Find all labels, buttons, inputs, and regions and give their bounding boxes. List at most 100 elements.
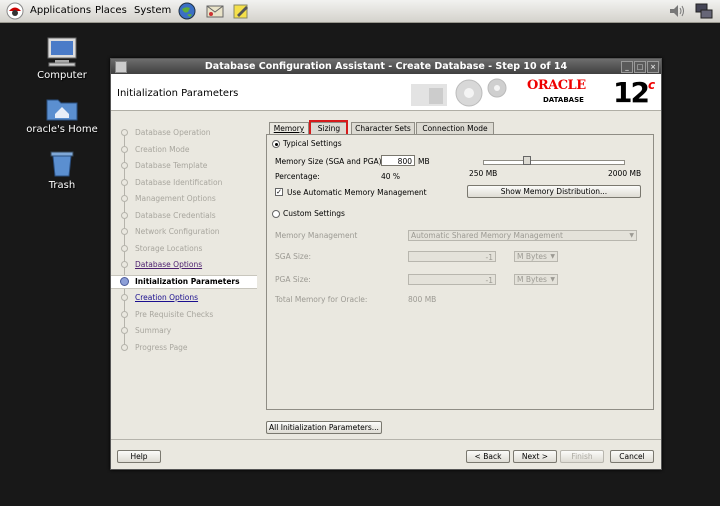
desktop-icon-label: oracle's Home	[26, 124, 98, 135]
minimize-icon[interactable]: _	[621, 61, 633, 73]
step-marker-icon	[121, 244, 128, 252]
finish-button[interactable]: Finish	[560, 450, 604, 463]
step-database-options[interactable]: Database Options	[135, 260, 202, 269]
content-area: Memory Sizing Character Sets Connection …	[266, 120, 654, 410]
window-menu-icon[interactable]	[115, 61, 127, 73]
redhat-icon[interactable]	[6, 2, 24, 20]
sga-size-input[interactable]: -1	[408, 251, 496, 262]
footer-divider	[111, 439, 661, 440]
window-title: Database Configuration Assistant - Creat…	[204, 61, 568, 72]
sga-unit-select[interactable]: M Bytes ▼	[514, 251, 558, 262]
step-management-options: Management Options	[135, 194, 216, 203]
memory-size-unit: MB	[418, 157, 430, 166]
percentage-label: Percentage:	[275, 172, 320, 181]
step-marker-icon	[121, 129, 128, 136]
dbca-window: Database Configuration Assistant - Creat…	[110, 58, 662, 470]
browser-globe-icon[interactable]	[178, 2, 196, 20]
sga-size-label: SGA Size:	[275, 252, 312, 261]
next-button[interactable]: Next >	[513, 450, 557, 463]
typical-settings-label: Typical Settings	[283, 139, 342, 148]
step-marker-icon	[121, 228, 128, 235]
gears-graphic-icon	[411, 78, 507, 107]
step-progress-page: Progress Page	[135, 342, 188, 352]
step-database-template: Database Template	[135, 161, 208, 170]
memory-size-label: Memory Size (SGA and PGA):	[275, 157, 385, 166]
memory-slider-track[interactable]	[483, 160, 625, 165]
typical-settings-radio[interactable]	[272, 140, 280, 148]
tab-character-sets[interactable]: Character Sets	[351, 122, 415, 134]
step-summary: Summary	[135, 326, 172, 335]
step-database-operation: Database Operation	[135, 128, 211, 137]
step-marker-icon	[121, 294, 128, 301]
network-icon[interactable]	[694, 2, 714, 20]
show-memory-distribution-button[interactable]: Show Memory Distribution...	[467, 185, 641, 198]
step-database-credentials: Database Credentials	[135, 210, 216, 220]
memory-management-label: Memory Management	[275, 231, 358, 240]
volume-icon[interactable]	[668, 2, 686, 20]
slider-min-label: 250 MB	[469, 169, 498, 178]
amm-checkbox[interactable]: ✓	[275, 188, 283, 196]
step-creation-mode: Creation Mode	[135, 144, 190, 154]
step-marker-icon	[121, 162, 128, 169]
desktop-icon-label: Trash	[48, 180, 76, 191]
menu-places[interactable]: Places	[95, 0, 127, 22]
step-database-identification: Database Identification	[135, 177, 223, 187]
all-initialization-parameters-button[interactable]: All Initialization Parameters...	[266, 421, 382, 434]
tab-connection-mode[interactable]: Connection Mode	[416, 122, 494, 134]
header-banner: Initialization Parameters ORACLE DATABAS…	[111, 74, 661, 111]
total-memory-label: Total Memory for Oracle:	[275, 295, 368, 304]
step-marker-icon	[121, 261, 128, 268]
percentage-value: 40 %	[381, 172, 401, 181]
help-button[interactable]: Help	[117, 450, 161, 463]
steps-sidebar: Database Operation Creation Mode Database …	[111, 111, 258, 417]
desktop-icon-trash[interactable]: Trash	[22, 148, 102, 191]
memory-tab-panel: Typical Settings Memory Size (SGA and PG…	[266, 134, 654, 410]
back-button[interactable]: < Back	[466, 450, 510, 463]
maximize-icon[interactable]: □	[634, 61, 646, 73]
pga-size-input[interactable]: -1	[408, 274, 496, 285]
step-marker-icon	[121, 145, 128, 153]
top-panel: Applications Places System	[0, 0, 720, 23]
chevron-down-icon: ▼	[629, 232, 634, 239]
page-title: Initialization Parameters	[117, 88, 239, 99]
pga-size-label: PGA Size:	[275, 275, 311, 284]
step-network-configuration: Network Configuration	[135, 227, 220, 236]
step-marker-icon	[121, 327, 128, 334]
home-folder-icon	[46, 99, 78, 121]
memory-slider-thumb[interactable]	[522, 156, 531, 165]
version-logo: 12c	[613, 76, 655, 109]
trash-icon	[50, 151, 74, 177]
mail-icon[interactable]	[205, 2, 225, 20]
oracle-logo: ORACLE DATABASE	[527, 78, 586, 104]
step-marker-icon	[121, 343, 128, 351]
step-storage-locations: Storage Locations	[135, 243, 203, 253]
step-marker-icon	[121, 211, 128, 219]
close-icon[interactable]: ×	[647, 61, 659, 73]
computer-icon	[47, 37, 77, 67]
step-marker-icon	[121, 310, 128, 318]
step-pre-requisite-checks: Pre Requisite Checks	[135, 309, 214, 319]
step-initialization-parameters: Initialization Parameters	[135, 276, 240, 286]
chevron-down-icon: ▼	[550, 253, 555, 260]
menu-applications[interactable]: Applications	[30, 0, 91, 22]
text-editor-icon[interactable]	[232, 2, 250, 20]
chevron-down-icon: ▼	[550, 276, 555, 283]
step-creation-options[interactable]: Creation Options	[135, 293, 198, 302]
custom-settings-radio[interactable]	[272, 210, 280, 218]
window-titlebar[interactable]: Database Configuration Assistant - Creat…	[111, 59, 661, 74]
custom-settings-label: Custom Settings	[283, 209, 345, 218]
desktop-icon-label: Computer	[37, 70, 87, 81]
menu-system[interactable]: System	[134, 0, 171, 22]
desktop-icon-computer[interactable]: Computer	[22, 36, 102, 81]
memory-size-input[interactable]: 800	[381, 155, 415, 166]
memory-management-select[interactable]: Automatic Shared Memory Management ▼	[408, 230, 637, 241]
total-memory-value: 800 MB	[408, 295, 437, 304]
step-marker-icon	[121, 195, 128, 202]
cancel-button[interactable]: Cancel	[610, 450, 654, 463]
amm-label: Use Automatic Memory Management	[287, 188, 427, 197]
step-marker-icon	[121, 178, 128, 186]
step-marker-icon	[120, 276, 129, 286]
slider-max-label: 2000 MB	[608, 169, 642, 178]
pga-unit-select[interactable]: M Bytes ▼	[514, 274, 558, 285]
desktop-icon-home[interactable]: oracle's Home	[22, 94, 102, 135]
